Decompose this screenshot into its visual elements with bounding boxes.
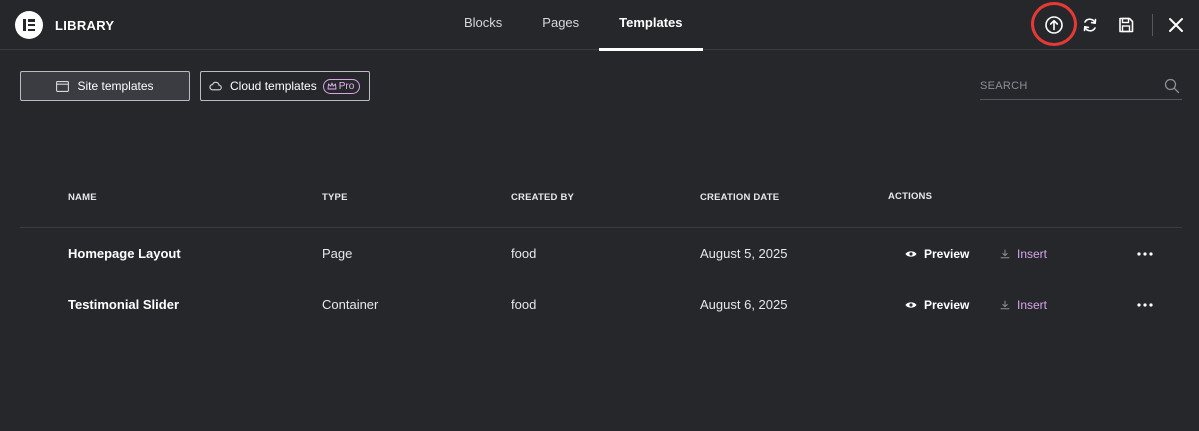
template-author: food	[511, 297, 537, 312]
table-row: Testimonial Slider Container food August…	[0, 285, 1199, 325]
column-header-name: NAME	[68, 192, 97, 203]
table-divider	[20, 227, 1182, 228]
insert-button[interactable]: Insert	[1000, 285, 1047, 325]
template-name: Testimonial Slider	[68, 297, 180, 312]
eye-icon	[905, 301, 917, 309]
library-tabs: Blocks Pages Templates	[444, 0, 703, 51]
save-icon[interactable]	[1114, 13, 1138, 37]
header-divider	[1152, 14, 1153, 36]
tab-pages[interactable]: Pages	[522, 0, 599, 50]
download-icon	[1000, 249, 1010, 259]
search-icon[interactable]	[1164, 78, 1180, 99]
template-date: August 6, 2025	[700, 297, 788, 312]
template-type: Container	[322, 297, 379, 312]
eye-icon	[905, 250, 917, 258]
download-icon	[1000, 300, 1010, 310]
template-author: food	[511, 246, 537, 261]
preview-button[interactable]: Preview	[905, 285, 969, 325]
close-icon[interactable]	[1164, 13, 1188, 37]
site-templates-button[interactable]: Site templates	[20, 71, 190, 101]
cloud-icon	[209, 81, 222, 91]
preview-button[interactable]: Preview	[905, 234, 969, 274]
template-date: August 5, 2025	[700, 246, 788, 261]
cloud-templates-label: Cloud templates	[230, 79, 317, 93]
insert-button[interactable]: Insert	[1000, 234, 1047, 274]
preview-label: Preview	[924, 298, 970, 312]
sync-icon[interactable]	[1078, 13, 1102, 37]
brand: LIBRARY	[15, 10, 114, 40]
upload-icon[interactable]	[1042, 13, 1066, 37]
crown-icon	[327, 82, 337, 90]
search-input[interactable]	[980, 76, 1150, 96]
table-row: Homepage Layout Page food August 5, 2025…	[0, 234, 1199, 274]
tab-templates[interactable]: Templates	[599, 0, 703, 51]
preview-label: Preview	[924, 247, 970, 261]
folder-icon	[56, 80, 70, 92]
tab-blocks[interactable]: Blocks	[444, 0, 522, 50]
search-box	[980, 76, 1182, 100]
cloud-templates-button[interactable]: Cloud templates Pro	[200, 71, 370, 101]
column-header-creation-date: CREATION DATE	[700, 192, 780, 203]
brand-title: LIBRARY	[55, 17, 115, 33]
pro-badge-label: Pro	[338, 80, 355, 92]
insert-label: Insert	[1017, 298, 1048, 312]
template-name: Homepage Layout	[68, 246, 181, 261]
column-header-created-by: CREATED BY	[511, 192, 575, 203]
insert-label: Insert	[1017, 247, 1048, 261]
pro-badge: Pro	[322, 78, 361, 94]
template-type: Page	[322, 246, 353, 261]
site-templates-label: Site templates	[77, 79, 154, 93]
library-header: LIBRARY Blocks Pages Templates	[0, 0, 1199, 51]
more-options-icon[interactable]	[1137, 234, 1153, 274]
more-options-icon[interactable]	[1137, 285, 1153, 325]
elementor-logo-icon	[15, 11, 43, 39]
column-header-type: TYPE	[322, 192, 348, 203]
column-header-actions: ACTIONS	[888, 191, 933, 202]
